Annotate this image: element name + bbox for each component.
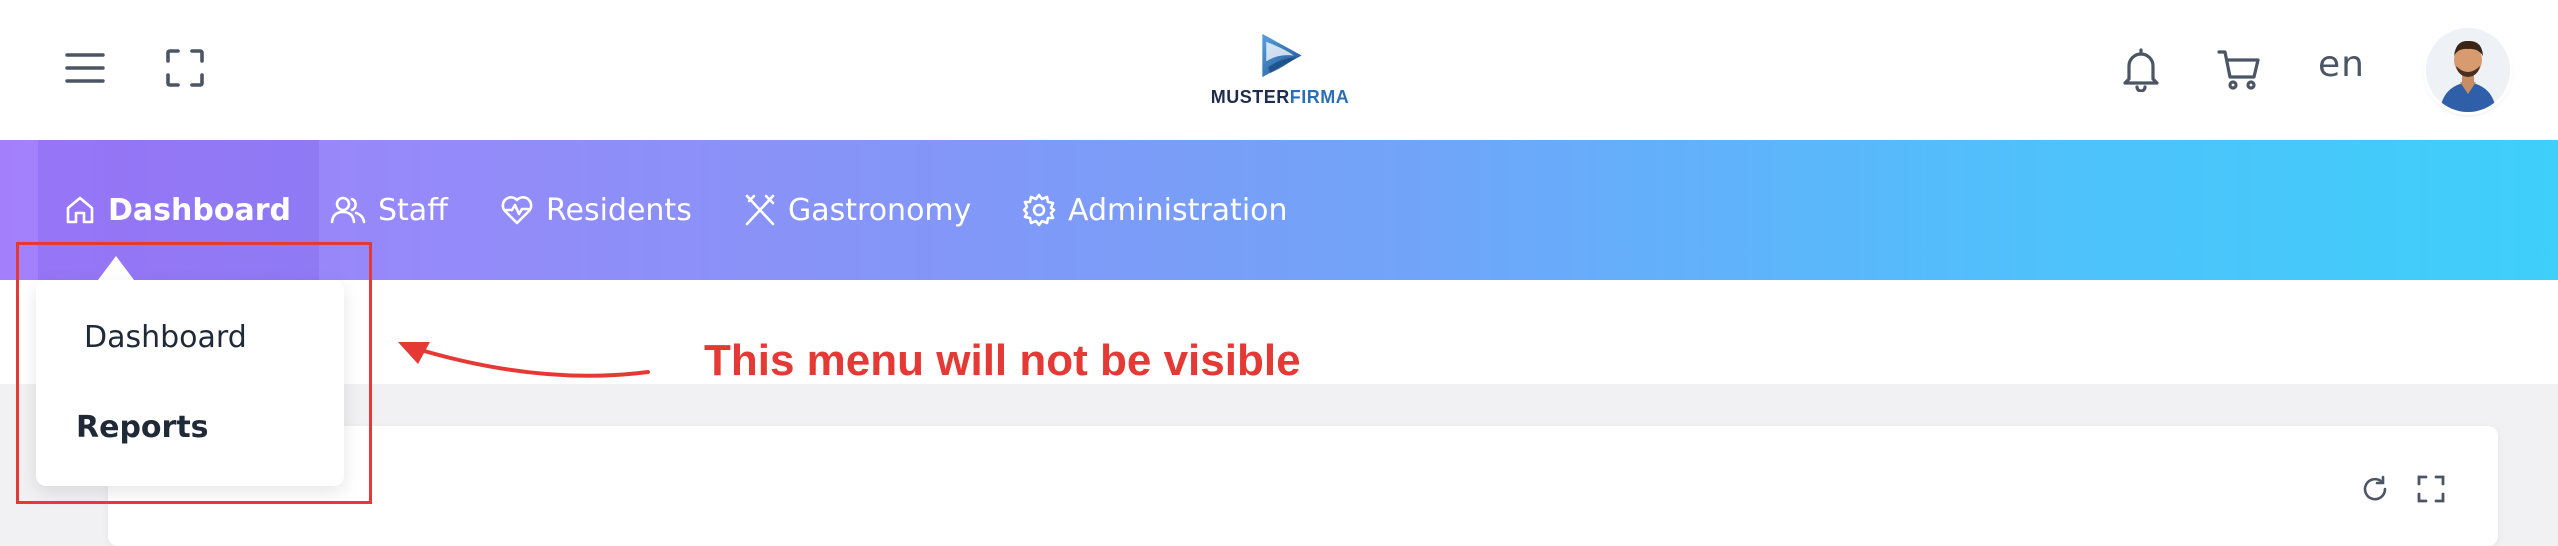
nav-item-gastronomy[interactable]: Gastronomy: [744, 140, 971, 280]
annotation-text: This menu will not be visible: [704, 336, 1301, 385]
card-fullscreen-icon[interactable]: [2414, 472, 2448, 506]
company-logo[interactable]: MUSTERFIRMA: [1211, 28, 1349, 108]
annotation-arrow-icon: [398, 342, 650, 378]
users-icon: [330, 196, 366, 224]
hamburger-menu-icon[interactable]: [62, 46, 108, 90]
logo-text: MUSTERFIRMA: [1210, 87, 1350, 107]
bell-icon[interactable]: [2118, 44, 2164, 94]
logo-mark-icon: [1262, 33, 1302, 78]
nav-item-label: Dashboard: [108, 192, 291, 228]
nav-item-label: Staff: [378, 192, 448, 228]
nav-item-label: Administration: [1068, 192, 1288, 228]
content-card: [108, 426, 2498, 546]
nav-item-label: Gastronomy: [788, 192, 972, 228]
nav-item-residents[interactable]: Residents: [500, 140, 692, 280]
refresh-icon[interactable]: [2358, 472, 2392, 506]
fullscreen-icon[interactable]: [162, 46, 208, 90]
cart-icon[interactable]: [2214, 46, 2264, 94]
user-avatar[interactable]: [2426, 28, 2510, 112]
main-navigation: Dashboard Staff Residents Gastronomy Adm…: [0, 140, 2558, 280]
heart-pulse-icon: [501, 196, 533, 225]
nav-item-label: Residents: [546, 192, 692, 228]
home-icon: [66, 196, 94, 224]
fork-knife-icon: [745, 194, 775, 226]
language-selector[interactable]: en: [2318, 44, 2365, 85]
top-header: MUSTERFIRMA en: [0, 0, 2558, 140]
annotation-highlight-box: [16, 242, 372, 504]
nav-item-administration[interactable]: Administration: [1022, 140, 1288, 280]
gear-icon: [1022, 193, 1056, 227]
